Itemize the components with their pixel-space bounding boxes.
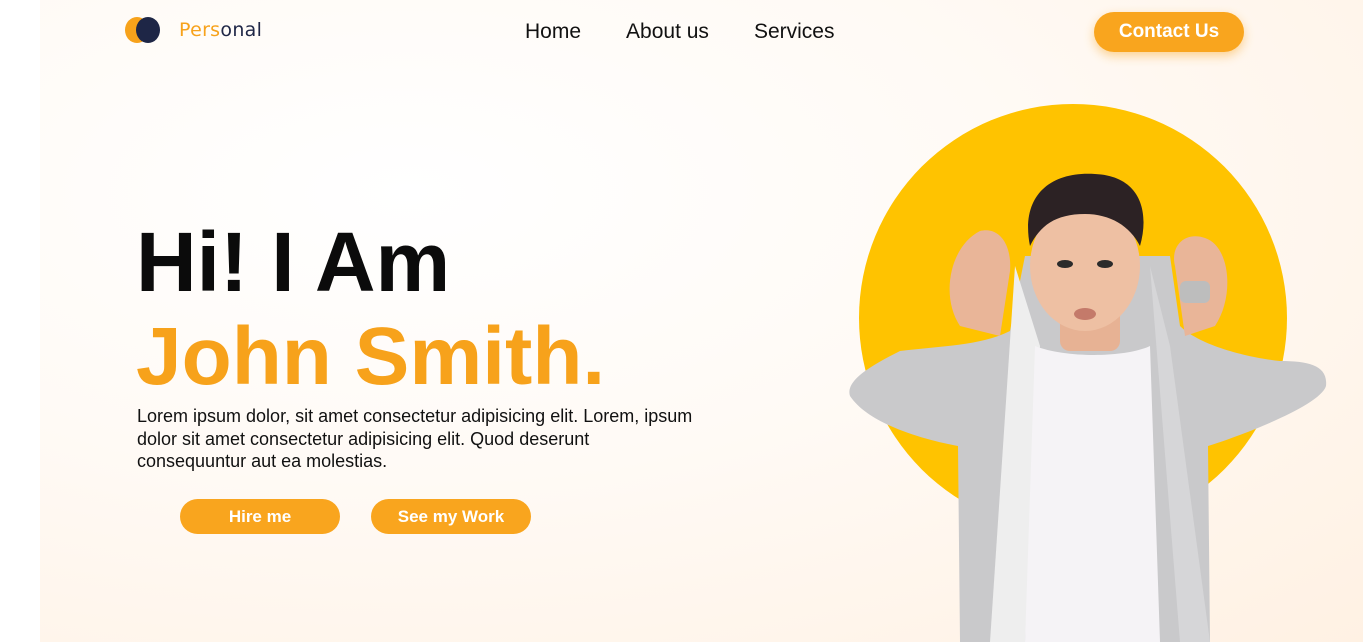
page-edge bbox=[0, 0, 40, 642]
tshirt-shape bbox=[1025, 346, 1160, 642]
logo-mark-icon bbox=[124, 14, 164, 46]
nav-link-home[interactable]: Home bbox=[525, 20, 581, 44]
right-eye bbox=[1097, 260, 1113, 268]
logo[interactable]: Personal bbox=[124, 14, 262, 46]
hero-name: John Smith. bbox=[136, 311, 606, 402]
left-eye bbox=[1057, 260, 1073, 268]
contact-us-button[interactable]: Contact Us bbox=[1094, 12, 1244, 52]
logo-text-accent: Pers bbox=[179, 19, 221, 41]
main-menu: Home About us Services bbox=[525, 20, 879, 44]
see-my-work-button[interactable]: See my Work bbox=[371, 499, 531, 534]
mouth bbox=[1074, 308, 1096, 320]
wristwatch bbox=[1180, 281, 1210, 303]
hero-description: Lorem ipsum dolor, sit amet consectetur … bbox=[137, 406, 693, 471]
hero-greeting: Hi! I Am bbox=[136, 215, 451, 309]
logo-text-dark: onal bbox=[220, 19, 263, 41]
top-navbar: Personal Home About us Services Contact … bbox=[0, 0, 1363, 64]
nav-link-about-us[interactable]: About us bbox=[626, 20, 709, 44]
profile-photo bbox=[849, 104, 1327, 642]
hire-me-button[interactable]: Hire me bbox=[180, 499, 340, 534]
nav-link-services[interactable]: Services bbox=[754, 20, 835, 44]
logo-text: Personal bbox=[179, 19, 262, 41]
